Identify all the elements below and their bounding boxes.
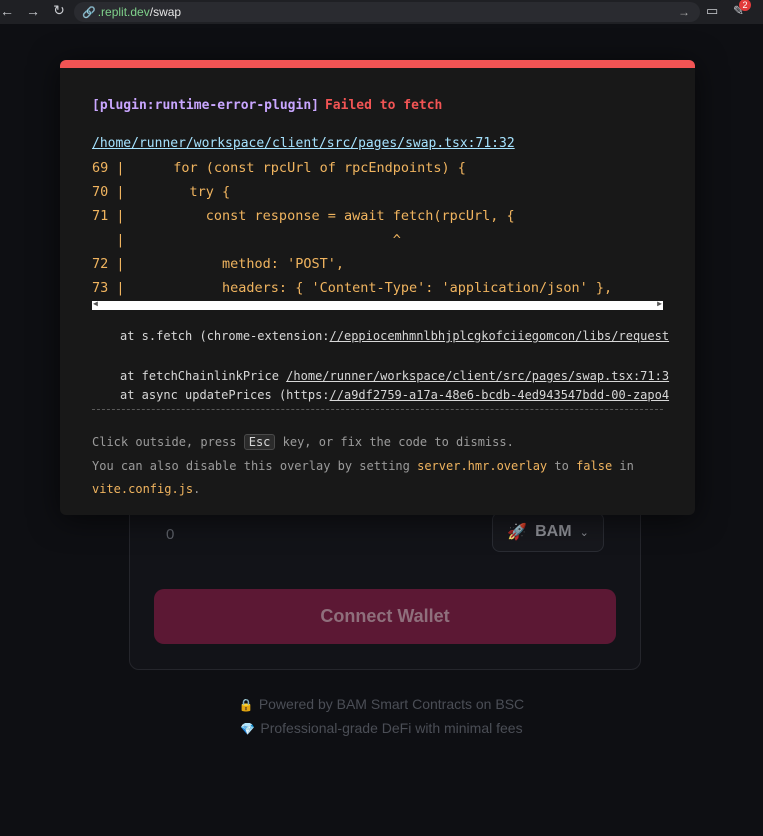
tip-text: in — [612, 459, 634, 473]
stack-link[interactable]: //a9df2759-a17a-48e6-bcdb-4ed943547bdd-0… — [330, 388, 670, 402]
tip-text: to — [547, 459, 577, 473]
stack-text: at s.fetch (chrome-extension: — [120, 329, 330, 343]
reload-icon[interactable]: ↻ — [48, 2, 70, 19]
plugin-name: [plugin:runtime-error-plugin] — [92, 98, 319, 113]
code-line: 69 | for (const rpcUrl of rpcEndpoints) … — [92, 160, 466, 176]
config-tip: vite.config.js. — [92, 482, 200, 496]
setting-name: server.hmr.overlay — [417, 459, 548, 473]
scroll-right-icon[interactable]: ▶ — [657, 299, 662, 308]
dismiss-tip: Click outside, press Esc key, or fix the… — [92, 434, 514, 450]
tip-text: You can also disable this overlay by set… — [92, 459, 418, 473]
code-line: 72 | method: 'POST', — [92, 256, 344, 272]
monitor-icon[interactable]: ▭ — [706, 3, 718, 19]
tip-text: . — [193, 482, 201, 496]
tip-text: key, or fix the code to dismiss. — [275, 435, 514, 449]
address-bar[interactable]: 🔗 .replit.dev /swap → — [74, 2, 700, 22]
stack-line-1: at s.fetch (chrome-extension://eppiocemh… — [120, 329, 669, 343]
stack-line-2: at fetchChainlinkPrice /home/runner/work… — [120, 369, 669, 383]
stack-line-3: at async updatePrices (https://a9df2759-… — [120, 388, 669, 402]
tip-text: Click outside, press — [92, 435, 244, 449]
forward-icon[interactable]: → — [22, 3, 44, 19]
stack-text: at async updatePrices (https: — [120, 388, 330, 402]
scroll-left-icon[interactable]: ◀ — [93, 299, 98, 308]
config-file: vite.config.js — [92, 482, 194, 496]
go-icon[interactable]: → — [678, 5, 690, 19]
file-link[interactable]: /home/runner/workspace/client/src/pages/… — [92, 136, 515, 151]
link-icon: 🔗 — [82, 6, 96, 19]
horizontal-scrollbar[interactable]: ◀ ▶ — [92, 299, 663, 310]
stack-text: at fetchChainlinkPrice — [120, 369, 287, 383]
code-line: 71 | const response = await fetch(rpcUrl… — [92, 208, 515, 224]
stack-link[interactable]: /home/runner/workspace/client/src/pages/… — [286, 369, 669, 383]
error-file-link[interactable]: /home/runner/workspace/client/src/pages/… — [92, 136, 515, 151]
divider — [92, 409, 663, 410]
false-value: false — [576, 459, 613, 473]
url-path: /swap — [149, 5, 182, 19]
code-line: | ^ — [92, 232, 401, 248]
esc-key: Esc — [243, 434, 276, 450]
extension-badge: 2 — [739, 0, 751, 11]
browser-toolbar: ← → ↻ 🔗 .replit.dev /swap → ▭ ✎ 2 — [0, 0, 763, 24]
back-icon[interactable]: ← — [0, 3, 18, 19]
stack-link[interactable]: //eppiocemhmnlbhjplcgkofciiegomcon/libs/… — [330, 329, 670, 343]
url-host: .replit.dev — [97, 5, 150, 19]
error-heading: [plugin:runtime-error-plugin] Failed to f… — [92, 98, 442, 113]
error-message: Failed to fetch — [324, 98, 443, 113]
code-line: 73 | headers: { 'Content-Type': 'applica… — [92, 280, 613, 296]
disable-tip: You can also disable this overlay by set… — [92, 459, 634, 473]
code-line: 70 | try { — [92, 184, 231, 200]
error-overlay: [plugin:runtime-error-plugin] Failed to f… — [60, 60, 695, 515]
